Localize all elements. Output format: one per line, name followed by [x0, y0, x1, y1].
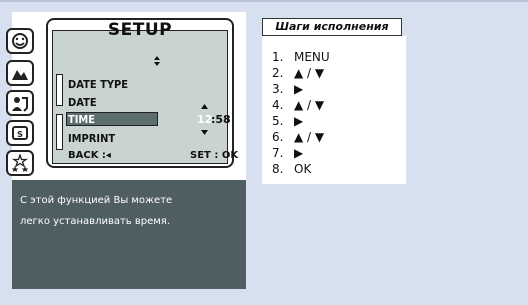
- step-number: 8.: [272, 162, 284, 176]
- step-text: ▲ / ▼: [294, 66, 325, 80]
- set-hint: SET : OK: [190, 150, 239, 161]
- step-item: 7. ▶: [272, 146, 303, 161]
- steps-header: Шаги исполнения: [262, 18, 402, 36]
- step-text: ▶: [294, 114, 304, 128]
- menu-item-time[interactable]: TIME: [68, 113, 95, 126]
- time-minute-value: :58: [211, 113, 231, 126]
- step-item: 4. ▲ / ▼: [272, 98, 324, 113]
- scroll-track-bottom: [56, 114, 63, 150]
- menu-item-date-type[interactable]: DATE TYPE: [68, 78, 128, 91]
- step-text: MENU: [294, 50, 330, 64]
- step-number: 2.: [272, 66, 284, 80]
- step-item: 2. ▲ / ▼: [272, 66, 324, 81]
- description-text: С этой функцией Вы можете легко устанавл…: [20, 190, 240, 232]
- step-number: 7.: [272, 146, 284, 160]
- time-hour-value[interactable]: 12: [197, 113, 212, 126]
- landscape-icon[interactable]: [6, 60, 34, 86]
- step-item: 8. OK: [272, 162, 311, 177]
- back-hint: BACK :◂: [68, 150, 111, 161]
- step-number: 6.: [272, 130, 284, 144]
- menu-item-imprint[interactable]: IMPRINT: [68, 132, 115, 145]
- setup-title: SETUP: [107, 20, 173, 40]
- smile-mode-icon[interactable]: [6, 28, 34, 54]
- step-item: 5. ▶: [272, 114, 303, 129]
- step-item: 1. MENU: [272, 50, 330, 65]
- stars-icon[interactable]: [6, 150, 34, 176]
- portrait-icon[interactable]: [6, 90, 34, 116]
- step-number: 5.: [272, 114, 284, 128]
- step-number: 4.: [272, 98, 284, 112]
- scroll-updown-icon: [154, 56, 160, 66]
- step-text: ▶: [294, 82, 304, 96]
- menu-item-date[interactable]: DATE: [68, 96, 97, 109]
- step-text: OK: [294, 162, 312, 176]
- sports-icon[interactable]: S: [6, 120, 34, 146]
- step-number: 3.: [272, 82, 284, 96]
- step-text: ▶: [294, 146, 304, 160]
- svg-text:S: S: [17, 130, 23, 139]
- step-text: ▲ / ▼: [294, 98, 325, 112]
- hour-down-icon: [201, 130, 208, 135]
- description-line-2: легко устанавливать время.: [20, 216, 171, 227]
- step-item: 6. ▲ / ▼: [272, 130, 324, 145]
- hour-up-icon: [201, 104, 208, 109]
- step-item: 3. ▶: [272, 82, 303, 97]
- step-number: 1.: [272, 50, 284, 64]
- step-text: ▲ / ▼: [294, 130, 325, 144]
- scroll-track-top: [56, 74, 63, 106]
- description-line-1: С этой функцией Вы можете: [20, 195, 173, 206]
